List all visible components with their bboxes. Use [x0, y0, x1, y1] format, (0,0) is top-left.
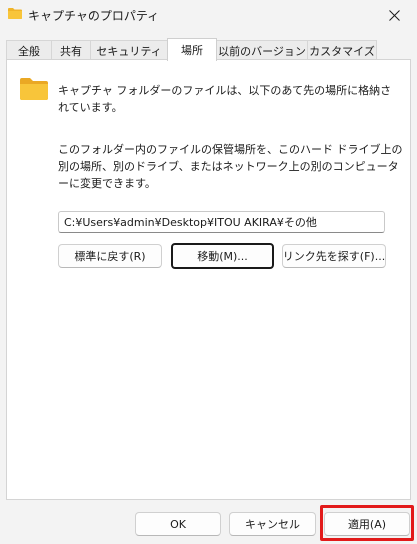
- close-icon: [388, 9, 400, 21]
- tab-location[interactable]: 場所: [167, 38, 217, 61]
- tab-previous-versions[interactable]: 以前のバージョン: [216, 40, 308, 60]
- tab-customize[interactable]: カスタマイズ: [307, 40, 377, 60]
- cancel-button[interactable]: キャンセル: [229, 512, 316, 536]
- title-bar[interactable]: キャプチャのプロパティ: [0, 0, 417, 30]
- tab-strip: 全般 共有 セキュリティ 場所 以前のバージョン カスタマイズ: [6, 38, 411, 61]
- close-button[interactable]: [371, 0, 417, 30]
- tab-general[interactable]: 全般: [6, 40, 52, 60]
- location-panel: キャプチャ フォルダーのファイルは、以下のあて先の場所に格納されています。 この…: [6, 59, 411, 500]
- restore-default-button[interactable]: 標準に戻す(R): [58, 244, 162, 268]
- window-title: キャプチャのプロパティ: [28, 9, 160, 23]
- move-description: このフォルダー内のファイルの保管場所を、このハード ドライブ上の別の場所、別のド…: [58, 143, 403, 190]
- properties-window: キャプチャのプロパティ 全般 共有 セキュリティ 場所 以前のバージョン カスタ…: [0, 0, 417, 544]
- ok-button[interactable]: OK: [135, 512, 221, 536]
- location-description: キャプチャ フォルダーのファイルは、以下のあて先の場所に格納されています。: [58, 84, 392, 114]
- folder-icon: [20, 78, 48, 100]
- find-target-button[interactable]: リンク先を探す(F)...: [282, 244, 386, 268]
- apply-button[interactable]: 適用(A): [324, 512, 410, 536]
- tab-security[interactable]: セキュリティ: [90, 40, 168, 60]
- folder-path-input[interactable]: [58, 211, 385, 233]
- tab-sharing[interactable]: 共有: [51, 40, 91, 60]
- folder-icon: [8, 8, 22, 19]
- move-button[interactable]: 移動(M)...: [171, 243, 274, 269]
